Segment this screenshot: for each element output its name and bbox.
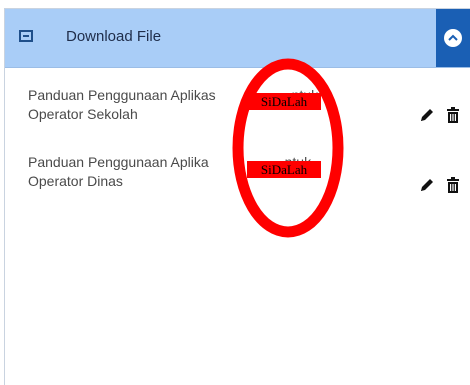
annotation-mask <box>321 157 331 179</box>
download-panel: Download File <box>4 8 470 385</box>
file-link-operator-sekolah[interactable]: Panduan Penggunaan Aplikasntuk Operator … <box>28 86 388 124</box>
file-title-line2: Operator Dinas <box>28 173 123 189</box>
panel-title: Download File <box>66 28 162 45</box>
panel-header: Download File <box>5 9 470 68</box>
chevron-up-icon[interactable] <box>444 29 462 47</box>
file-link-operator-dinas[interactable]: Panduan Penggunaan Aplikantuk Operator D… <box>28 153 388 191</box>
pencil-icon[interactable] <box>418 176 436 194</box>
trash-icon[interactable] <box>444 176 462 194</box>
list-collapse-icon <box>19 29 33 43</box>
redaction-box: SiDaLah <box>247 161 321 178</box>
trash-icon[interactable] <box>444 106 462 124</box>
file-title-line1: Panduan Penggunaan Aplikantuk <box>28 154 311 170</box>
file-title-line2: Operator Sekolah <box>28 106 138 122</box>
redaction-box: SiDaLah <box>247 93 321 110</box>
annotation-mask <box>321 90 331 112</box>
collapse-button[interactable] <box>436 9 470 67</box>
file-title-line1: Panduan Penggunaan Aplikasntuk <box>28 87 318 103</box>
pencil-icon[interactable] <box>418 106 436 124</box>
